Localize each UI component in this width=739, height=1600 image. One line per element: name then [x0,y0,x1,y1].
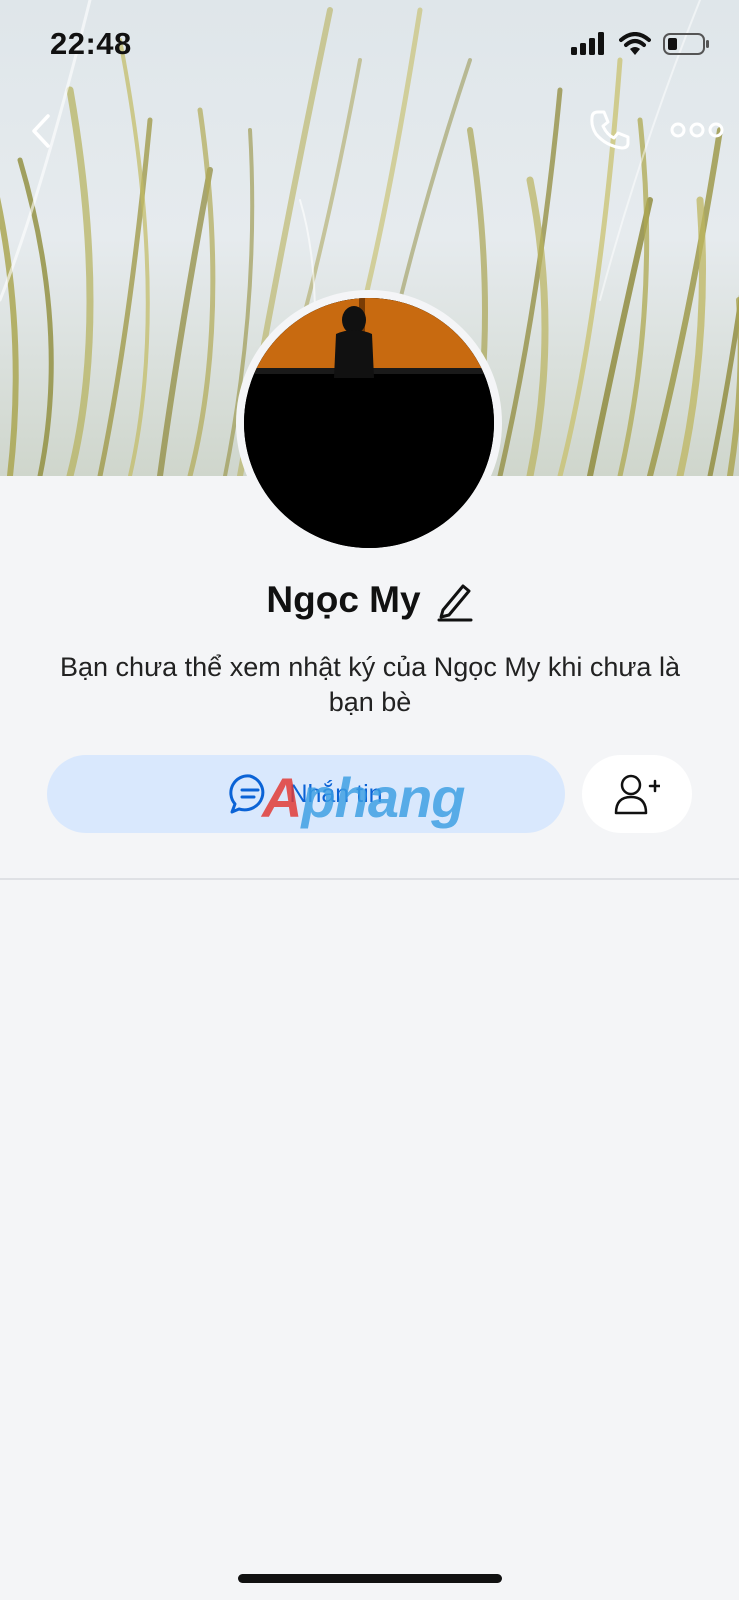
pencil-icon[interactable] [435,578,473,622]
more-horizontal-icon [670,122,724,138]
status-time: 22:48 [50,26,132,61]
cellular-signal-icon [571,32,604,55]
message-button[interactable]: Nhắn tin [47,755,565,833]
message-label: Nhắn tin [289,779,383,808]
divider [0,878,739,880]
more-button[interactable] [670,110,724,150]
wifi-icon [619,32,651,55]
avatar[interactable] [236,290,502,556]
chevron-left-icon [32,114,50,148]
avatar-image [244,298,494,548]
avatar-photo [244,298,494,548]
status-icons [571,32,711,56]
phone-icon [590,110,630,150]
add-user-icon [614,774,660,815]
back-button[interactable] [22,106,62,156]
add-friend-button[interactable] [582,755,692,833]
profile-name: Ngọc My [266,579,421,620]
privacy-notice: Bạn chưa thể xem nhật ký của Ngọc My khi… [60,652,680,717]
chat-bubble-icon [229,774,265,814]
status-bar: 22:48 [0,0,739,90]
home-indicator[interactable] [238,1574,502,1583]
name-row: Ngọc My [0,572,739,628]
battery-icon [663,33,709,55]
call-button[interactable] [586,106,634,154]
